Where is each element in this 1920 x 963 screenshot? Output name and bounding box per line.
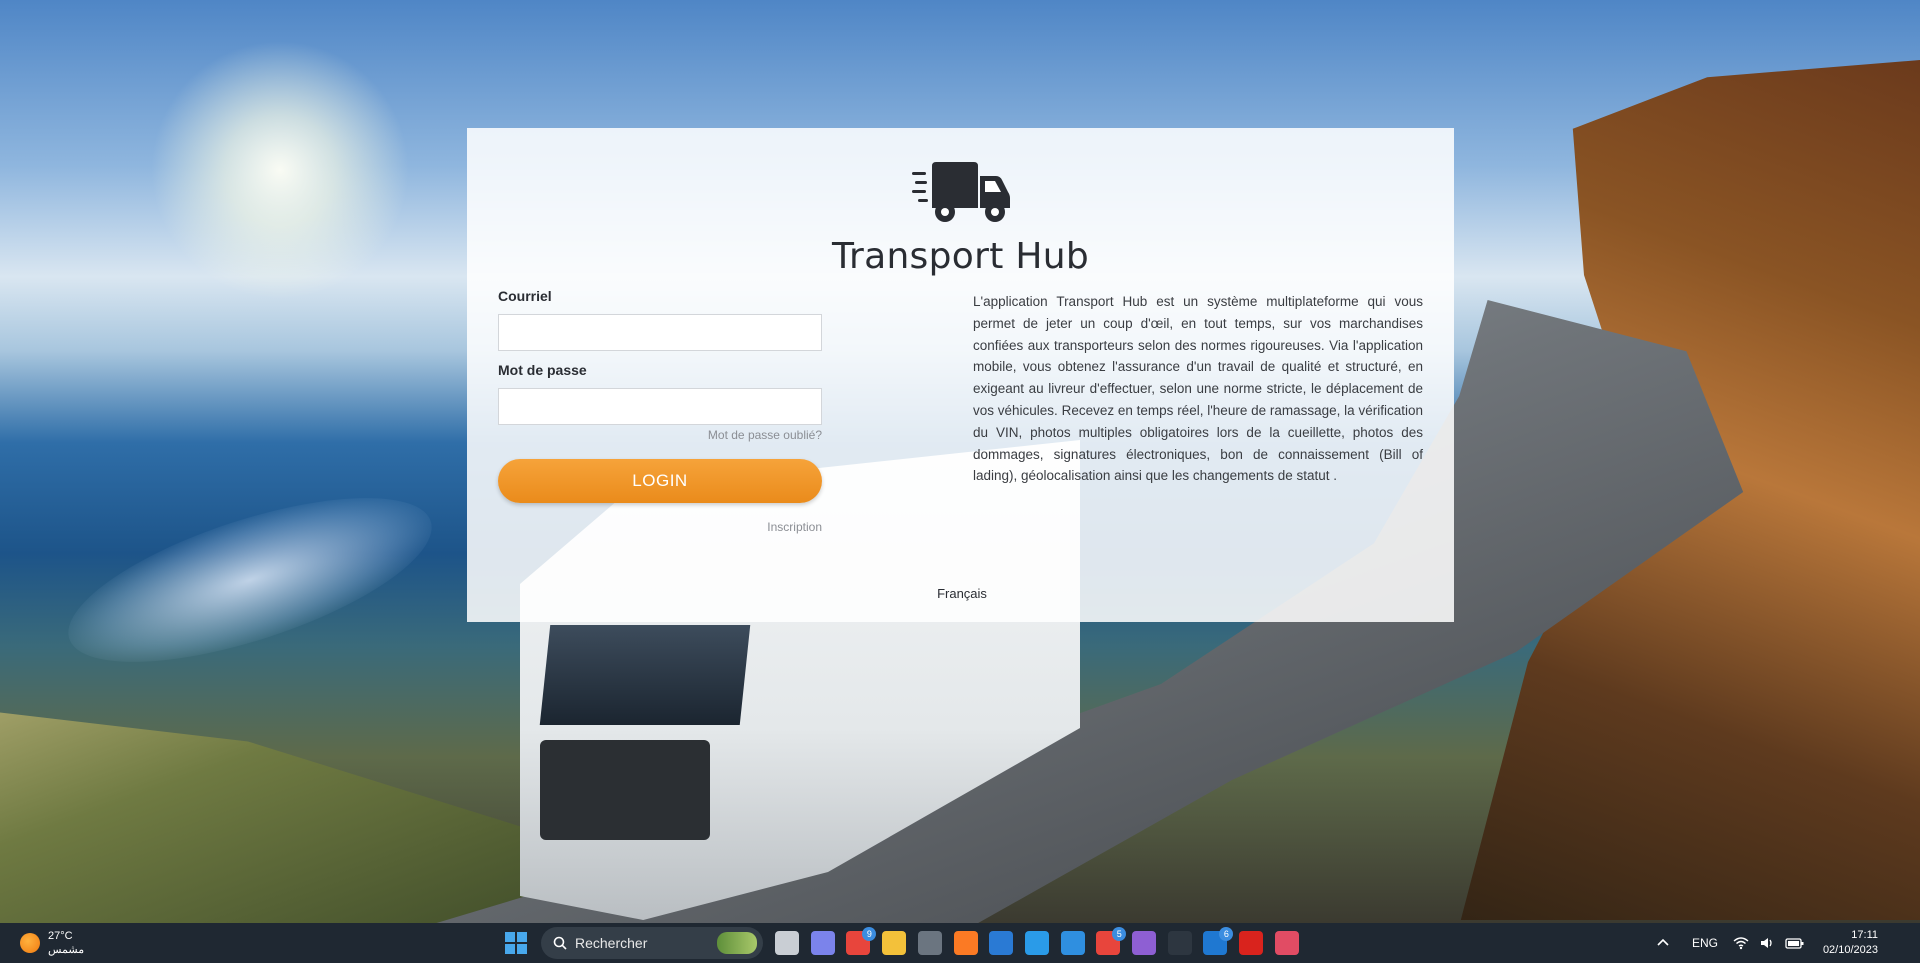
sea-glare [50,464,450,696]
terminal-icon[interactable] [1167,931,1192,955]
teams-icon[interactable] [810,931,835,955]
truck-grille [540,740,710,840]
forgot-password-link[interactable]: Mot de passe oublié? [708,428,822,442]
email-label: Courriel [498,288,552,304]
task-view-icon[interactable] [775,931,799,955]
search-highlight-image [717,932,757,954]
truck-windshield [539,625,751,725]
email-field[interactable] [498,314,822,351]
acrobat-icon[interactable] [1239,931,1264,955]
search-placeholder: Rechercher [575,935,648,951]
calculator-icon[interactable] [917,931,942,955]
sun-glow [150,40,410,300]
sync-app-icon[interactable] [1060,931,1085,955]
truck-icon [912,162,1010,222]
xampp-icon[interactable] [953,931,978,955]
outlook-icon[interactable]: 6 [1203,927,1234,955]
app-title: Transport Hub [831,236,1089,277]
mail-icon[interactable] [989,931,1014,955]
login-button[interactable]: LOGIN [498,459,822,503]
password-label: Mot de passe [498,362,587,378]
search-icon [553,936,567,950]
login-card: Transport Hub Courriel Mot de passe Mot … [467,128,1454,622]
weather-widget[interactable]: 27°C مشمس [20,929,84,957]
wifi-icon [1733,937,1749,950]
notification-badge: 5 [1112,927,1127,941]
tray-overflow-icon[interactable] [1656,923,1670,963]
notification-badge: 9 [862,927,877,941]
github-icon[interactable] [1132,931,1156,955]
system-tray[interactable] [1733,923,1805,963]
weather-desc: مشمس [48,944,85,956]
signup-link[interactable]: Inscription [767,520,822,534]
volume-icon [1761,938,1772,948]
snipping-tool-icon[interactable] [1274,931,1299,955]
taskbar-search[interactable]: Rechercher [541,927,763,959]
clock-date: 02/10/2023 [1822,944,1878,956]
notification-badge: 6 [1219,927,1234,941]
file-explorer-icon[interactable] [882,931,907,955]
windows-start-icon[interactable] [505,932,527,954]
language-selector[interactable]: Français [887,586,1037,601]
taskbar: 27°C مشمس Rechercher 9 5 6 ENG 17:11 02/10… [0,923,1920,963]
chrome-profile-icon[interactable]: 5 [1096,927,1127,955]
clock[interactable]: 17:11 02/10/2023 [1823,928,1878,958]
clock-time: 17:11 [1851,929,1878,941]
sun-icon [20,933,40,953]
weather-temp: 27°C [48,930,73,942]
vscode-icon[interactable] [1024,931,1049,955]
app-description: L'application Transport Hub est un systè… [973,294,1423,484]
password-field[interactable] [498,388,822,425]
battery-icon [1785,938,1804,949]
chrome-icon[interactable]: 9 [846,927,877,955]
input-language[interactable]: ENG [1692,923,1718,963]
